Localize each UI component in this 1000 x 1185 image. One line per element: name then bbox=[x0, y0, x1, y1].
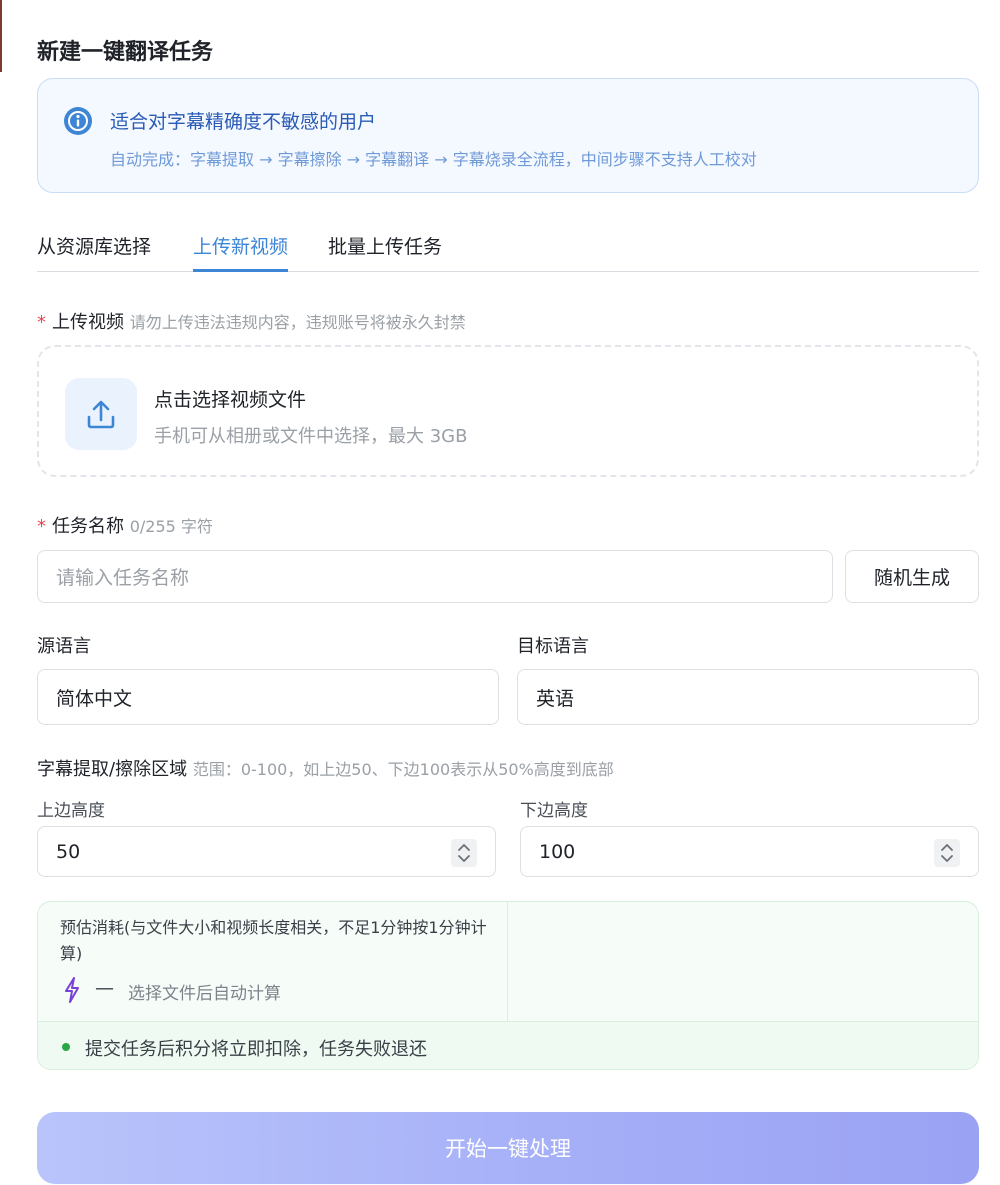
notice-title: 适合对字幕精确度不敏感的用户 bbox=[110, 111, 377, 133]
info-icon bbox=[64, 107, 92, 135]
upload-icon bbox=[87, 400, 115, 429]
upload-label-text: 上传视频 bbox=[52, 312, 124, 333]
required-mark: * bbox=[37, 312, 46, 333]
source-language-value: 简体中文 bbox=[56, 687, 133, 710]
stepper-arrows-icon bbox=[458, 844, 470, 862]
video-upload-dropzone[interactable]: 点击选择视频文件 手机可从相册或文件中选择，最大 3GB bbox=[37, 345, 979, 477]
top-height-stepper[interactable] bbox=[451, 839, 477, 867]
random-generate-button[interactable]: 随机生成 bbox=[845, 550, 979, 603]
region-hint: 范围：0-100，如上边50、下边100表示从50%高度到底部 bbox=[192, 760, 614, 779]
cost-note-text: 提交任务后积分将立即扣除，任务失败退还 bbox=[85, 1039, 427, 1060]
top-height-value: 50 bbox=[56, 840, 81, 863]
region-label-text: 字幕提取/擦除区域 bbox=[37, 759, 188, 780]
window-edge bbox=[0, 0, 2, 72]
bottom-height-value: 100 bbox=[539, 840, 576, 863]
cost-estimate-title: 预估消耗(与文件大小和视频长度相关，不足1分钟按1分钟计算) bbox=[60, 918, 487, 963]
bottom-height-input[interactable]: 100 bbox=[520, 826, 979, 877]
required-mark: * bbox=[37, 516, 46, 537]
tab-resource-library[interactable]: 从资源库选择 bbox=[37, 232, 151, 272]
bottom-height-stepper[interactable] bbox=[934, 839, 960, 867]
start-processing-button[interactable]: 开始一键处理 bbox=[37, 1112, 979, 1184]
top-height-label: 上边高度 bbox=[37, 801, 105, 821]
source-language-select[interactable]: 简体中文 bbox=[37, 669, 499, 725]
upload-hint: 请勿上传违法违规内容，违规账号将被永久封禁 bbox=[129, 313, 466, 332]
upload-label: * 上传视频 请勿上传违法违规内容，违规账号将被永久封禁 bbox=[37, 308, 466, 334]
task-name-counter: 0/255 字符 bbox=[129, 517, 213, 536]
tab-batch-upload[interactable]: 批量上传任务 bbox=[328, 232, 442, 272]
info-notice: 适合对字幕精确度不敏感的用户 自动完成：字幕提取 → 字幕擦除 → 字幕翻译 →… bbox=[37, 78, 979, 193]
task-name-label-text: 任务名称 bbox=[52, 516, 124, 537]
tab-upload-new-video[interactable]: 上传新视频 bbox=[193, 232, 289, 272]
bottom-height-label: 下边高度 bbox=[520, 801, 588, 821]
upload-title: 点击选择视频文件 bbox=[154, 389, 307, 411]
cost-note-bar: 提交任务后积分将立即扣除，任务失败退还 bbox=[38, 1021, 978, 1069]
upload-icon-container bbox=[65, 378, 137, 450]
target-language-select[interactable]: 英语 bbox=[517, 669, 979, 725]
target-language-value: 英语 bbox=[536, 687, 575, 710]
source-tabs: 从资源库选择 上传新视频 批量上传任务 bbox=[37, 228, 979, 272]
task-name-input[interactable]: 请输入任务名称 bbox=[37, 550, 833, 603]
cost-estimate-hint: 选择文件后自动计算 bbox=[128, 984, 281, 1004]
region-label: 字幕提取/擦除区域 范围：0-100，如上边50、下边100表示从50%高度到底… bbox=[37, 755, 614, 781]
source-language-label: 源语言 bbox=[37, 636, 91, 657]
task-name-placeholder: 请输入任务名称 bbox=[56, 567, 190, 589]
upload-subtitle: 手机可从相册或文件中选择，最大 3GB bbox=[154, 426, 468, 447]
lightning-icon bbox=[65, 977, 79, 1003]
top-height-input[interactable]: 50 bbox=[37, 826, 496, 877]
cost-estimate-panel: 预估消耗(与文件大小和视频长度相关，不足1分钟按1分钟计算) — 选择文件后自动… bbox=[37, 901, 979, 1070]
cost-estimate-value: — bbox=[95, 977, 114, 999]
target-language-label: 目标语言 bbox=[517, 636, 589, 657]
stepper-arrows-icon bbox=[941, 844, 953, 862]
status-dot bbox=[62, 1043, 70, 1051]
notice-description: 自动完成：字幕提取 → 字幕擦除 → 字幕翻译 → 字幕烧录全流程，中间步骤不支… bbox=[110, 150, 757, 169]
task-name-label: * 任务名称 0/255 字符 bbox=[37, 512, 213, 538]
page-title: 新建一键翻译任务 bbox=[37, 40, 214, 65]
cost-estimate-cell: 预估消耗(与文件大小和视频长度相关，不足1分钟按1分钟计算) — 选择文件后自动… bbox=[38, 902, 508, 1021]
